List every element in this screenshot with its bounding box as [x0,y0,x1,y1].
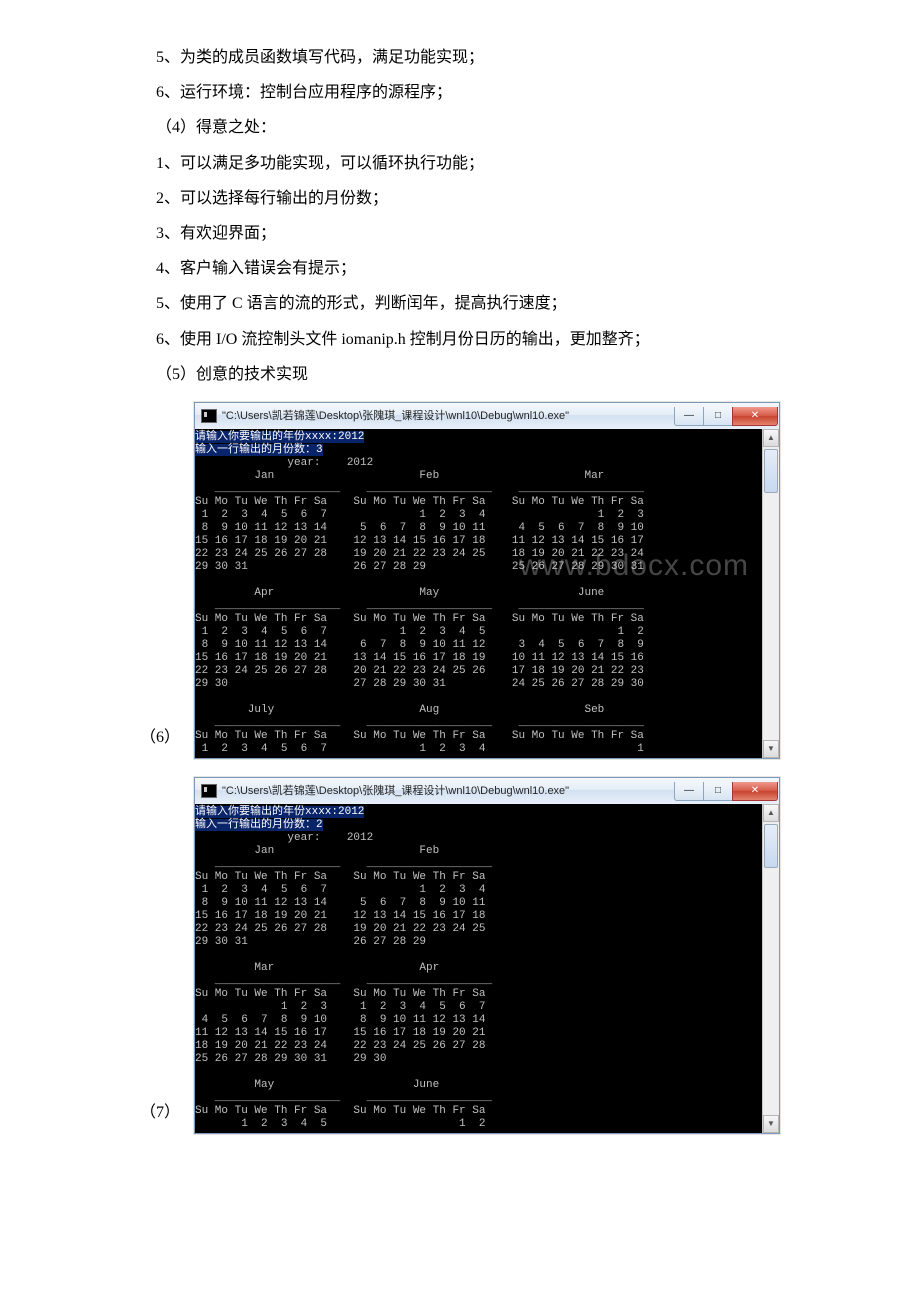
console-window-2: "C:\Users\凯若锦莲\Desktop\张隗琪_课程设计\wnl10\De… [194,777,780,1134]
console-icon [201,409,217,423]
titlebar: "C:\Users\凯若锦莲\Desktop\张隗琪_课程设计\wnl10\De… [195,778,779,804]
vertical-scrollbar[interactable]: ▲ ▼ [762,429,779,758]
close-button[interactable]: ✕ [732,782,778,801]
calendar-body: year: 2012 Jan Feb ___________________ _… [195,832,492,1130]
scroll-up-button[interactable]: ▲ [763,429,779,447]
scroll-track[interactable] [763,822,779,1115]
section-4-heading: （4）得意之处： [140,110,780,145]
prompt-line-2: 输入一行输出的月份数：3 [195,444,323,456]
minimize-button[interactable]: — [674,407,704,426]
minimize-button[interactable]: — [674,782,704,801]
terminal-output: 请输入你要输出的年份xxxx:2012 输入一行输出的月份数：2 year: 2… [195,804,762,1133]
prompt-line-1: 请输入你要输出的年份xxxx:2012 [195,806,364,818]
maximize-button[interactable]: □ [703,407,733,426]
figure-label-6: （6） [140,720,188,759]
scroll-track[interactable] [763,447,779,740]
highlight-5: 5、使用了 C 语言的流的形式，判断闰年，提高执行速度； [140,286,780,321]
scroll-thumb[interactable] [764,449,778,493]
prompt-line-2: 输入一行输出的月份数：2 [195,819,323,831]
highlight-6: 6、使用 I/O 流控制头文件 iomanip.h 控制月份日历的输出，更加整齐… [140,322,780,357]
console-icon [201,784,217,798]
scroll-up-button[interactable]: ▲ [763,804,779,822]
close-button[interactable]: ✕ [732,407,778,426]
paragraph-6: 6、运行环境：控制台应用程序的源程序； [140,75,780,110]
highlight-1: 1、可以满足多功能实现，可以循环执行功能； [140,146,780,181]
scroll-down-button[interactable]: ▼ [763,1115,779,1133]
highlight-4: 4、客户输入错误会有提示； [140,251,780,286]
console-window-1: "C:\Users\凯若锦莲\Desktop\张隗琪_课程设计\wnl10\De… [194,402,780,759]
window-title: "C:\Users\凯若锦莲\Desktop\张隗琪_课程设计\wnl10\De… [222,779,675,803]
calendar-body: year: 2012 Jan Feb Mar _________________… [195,457,644,755]
section-5-heading: （5）创意的技术实现 [140,357,780,392]
maximize-button[interactable]: □ [703,782,733,801]
terminal-output: 请输入你要输出的年份xxxx:2012 输入一行输出的月份数：3 year: 2… [195,429,762,758]
highlight-3: 3、有欢迎界面； [140,216,780,251]
figure-label-7: （7） [140,1095,188,1134]
prompt-line-1: 请输入你要输出的年份xxxx:2012 [195,431,364,443]
paragraph-5: 5、为类的成员函数填写代码，满足功能实现； [140,40,780,75]
highlight-2: 2、可以选择每行输出的月份数； [140,181,780,216]
scroll-down-button[interactable]: ▼ [763,740,779,758]
window-title: "C:\Users\凯若锦莲\Desktop\张隗琪_课程设计\wnl10\De… [222,404,675,428]
titlebar: "C:\Users\凯若锦莲\Desktop\张隗琪_课程设计\wnl10\De… [195,403,779,429]
vertical-scrollbar[interactable]: ▲ ▼ [762,804,779,1133]
scroll-thumb[interactable] [764,824,778,868]
